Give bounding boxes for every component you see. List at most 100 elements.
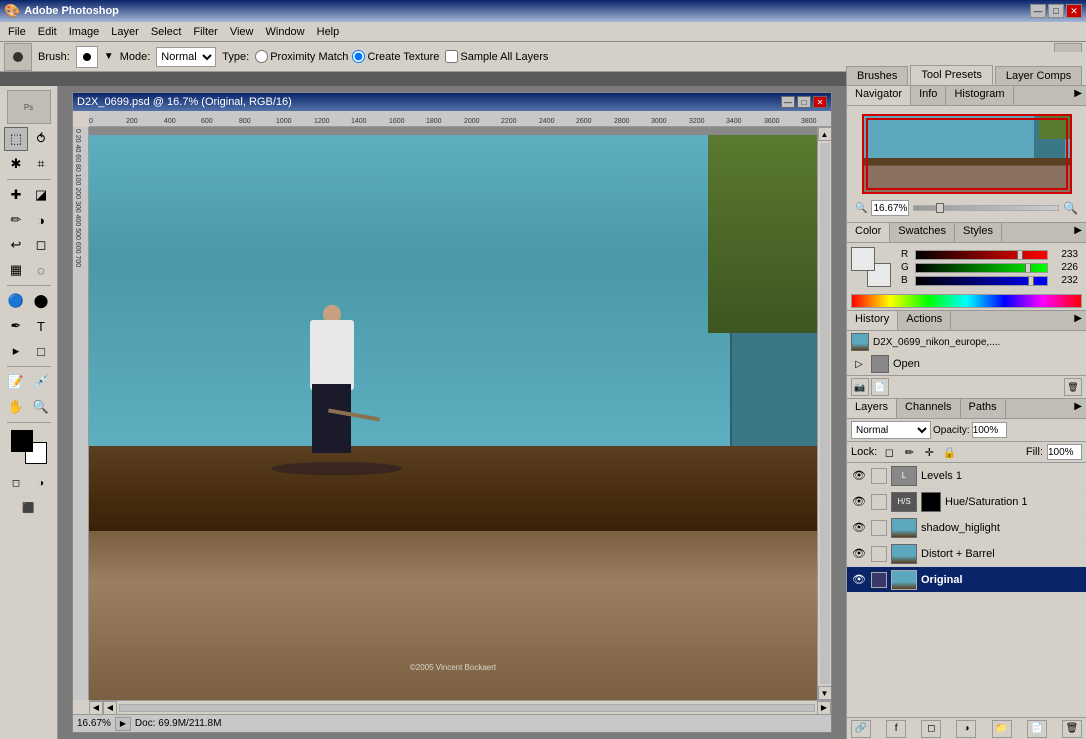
layer-item-shadow[interactable]: 👁 shadow_higlight [847,515,1086,541]
gradient-tool[interactable]: ▦ [4,258,28,282]
tool-preset-picker[interactable] [4,43,32,71]
fg-color-swatch[interactable] [851,247,875,271]
maximize-button[interactable]: □ [1048,4,1064,18]
close-button[interactable]: ✕ [1066,4,1082,18]
color-options-btn[interactable]: ▶ [1070,223,1086,242]
magic-wand-tool[interactable]: ✱ [4,152,28,176]
new-document-btn[interactable]: 📄 [871,378,889,396]
zoom-out-icon[interactable]: 🔍 [855,203,867,214]
blend-mode-select[interactable]: Normal Multiply Screen Overlay [851,421,931,439]
lock-all-btn[interactable]: 🔒 [941,444,957,460]
pen-tool[interactable]: ✒ [4,314,28,338]
quickmask-btn[interactable]: ◑ [29,471,53,495]
history-item-open[interactable]: ▷ Open [847,353,1086,375]
marquee-tool[interactable]: ⬚ [4,127,28,151]
text-tool[interactable]: T [29,314,53,338]
layer-item-original[interactable]: 👁 Original [847,567,1086,593]
layer-item-levels1[interactable]: 👁 L Levels 1 [847,463,1086,489]
canvas-close-btn[interactable]: ✕ [813,96,827,108]
scroll-prev-btn[interactable]: ◀ [103,701,117,715]
layer-visibility-original[interactable]: 👁 [851,572,867,588]
tab-navigator[interactable]: Navigator [847,86,911,105]
layer-link-shadow[interactable] [871,520,887,536]
scroll-left-btn[interactable]: ◀ [89,701,103,715]
shape-tool[interactable]: □ [29,339,53,363]
menu-view[interactable]: View [224,24,260,40]
menu-edit[interactable]: Edit [32,24,63,40]
minimize-button[interactable]: — [1030,4,1046,18]
layer-link-levels1[interactable] [871,468,887,484]
b-slider-thumb[interactable] [1028,276,1034,286]
dodge-tool[interactable]: 🔵 [4,289,28,313]
vertical-scrollbar[interactable]: ▲ ▼ [817,127,831,700]
screen-mode-btn[interactable]: ⬛ [4,496,54,520]
layer-adj-btn[interactable]: ◑ [956,720,976,738]
layer-visibility-distort[interactable]: 👁 [851,546,867,562]
canvas-maximize-btn[interactable]: □ [797,96,811,108]
tab-color[interactable]: Color [847,223,890,242]
delete-layer-btn[interactable]: 🗑 [1062,720,1082,738]
tab-info[interactable]: Info [911,86,946,105]
foreground-color-box[interactable] [11,430,33,452]
navigator-options-btn[interactable]: ▶ [1070,86,1086,105]
crop-tool[interactable]: ⌗ [29,152,53,176]
fill-input[interactable] [1047,444,1082,460]
scroll-up-btn[interactable]: ▲ [818,127,832,141]
layer-visibility-shadow[interactable]: 👁 [851,520,867,536]
zoom-pct-input[interactable] [871,200,909,216]
tab-brushes[interactable]: Brushes [846,66,908,85]
menu-layer[interactable]: Layer [105,24,145,40]
color-spectrum-bar[interactable] [851,294,1082,308]
horizontal-scrollbar[interactable]: ◀ ◀ ▶ [89,700,831,714]
brush-size-indicator[interactable]: ▼ [104,51,114,62]
history-brush-tool[interactable]: ↩ [4,233,28,257]
lock-image-btn[interactable]: ✏ [901,444,917,460]
layers-options-btn[interactable]: ▶ [1070,399,1086,418]
layer-mask-btn[interactable]: ◻ [921,720,941,738]
zoom-slider[interactable] [913,205,1059,211]
layer-link-original[interactable] [871,572,887,588]
brush-preview[interactable] [76,46,98,68]
burn-tool[interactable]: ⬤ [29,289,53,313]
menu-window[interactable]: Window [260,24,311,40]
sample-checkbox[interactable] [445,50,458,63]
tab-history[interactable]: History [847,311,898,330]
tab-paths[interactable]: Paths [961,399,1006,418]
zoom-tool[interactable]: 🔍 [29,395,53,419]
texture-radio[interactable] [352,50,365,63]
opacity-input[interactable] [972,422,1007,438]
g-slider-thumb[interactable] [1025,263,1031,273]
layer-fx-btn[interactable]: f [886,720,906,738]
zoom-slider-thumb[interactable] [936,203,944,213]
hand-tool[interactable]: ✋ [4,395,28,419]
brush-tool[interactable]: ✏ [4,208,28,232]
tab-channels[interactable]: Channels [897,399,960,418]
new-layer-btn[interactable]: 📄 [1027,720,1047,738]
history-options-btn[interactable]: ▶ [1070,311,1086,330]
healing-brush-tool[interactable]: ✚ [4,183,28,207]
notes-tool[interactable]: 📝 [4,370,28,394]
tab-layers[interactable]: Layers [847,399,897,418]
tab-histogram[interactable]: Histogram [946,86,1013,105]
scroll-down-btn[interactable]: ▼ [818,686,832,700]
history-item-snapshot[interactable]: D2X_0699_nikon_europe,.... [847,331,1086,353]
tab-tool-presets[interactable]: Tool Presets [910,65,993,85]
eraser-tool[interactable]: ◻ [29,233,53,257]
scroll-track-h[interactable] [119,704,815,712]
layer-link-huesat1[interactable] [871,494,887,510]
color-boxes[interactable] [11,430,47,464]
tab-actions[interactable]: Actions [898,311,951,330]
tab-layer-comps[interactable]: Layer Comps [995,66,1082,85]
create-texture-option[interactable]: Create Texture [352,50,439,63]
zoom-menu-btn[interactable]: ▶ [115,717,131,731]
menu-filter[interactable]: Filter [187,24,223,40]
path-selection-tool[interactable]: ▸ [4,339,28,363]
layer-link-distort[interactable] [871,546,887,562]
scroll-track-v[interactable] [820,143,830,684]
b-slider[interactable] [915,276,1048,286]
r-slider-thumb[interactable] [1017,250,1023,260]
canvas-viewport[interactable]: ©2005 Vincent Bockaert [89,127,817,700]
sample-all-layers-option[interactable]: Sample All Layers [445,50,548,63]
menu-file[interactable]: File [2,24,32,40]
r-slider[interactable] [915,250,1048,260]
